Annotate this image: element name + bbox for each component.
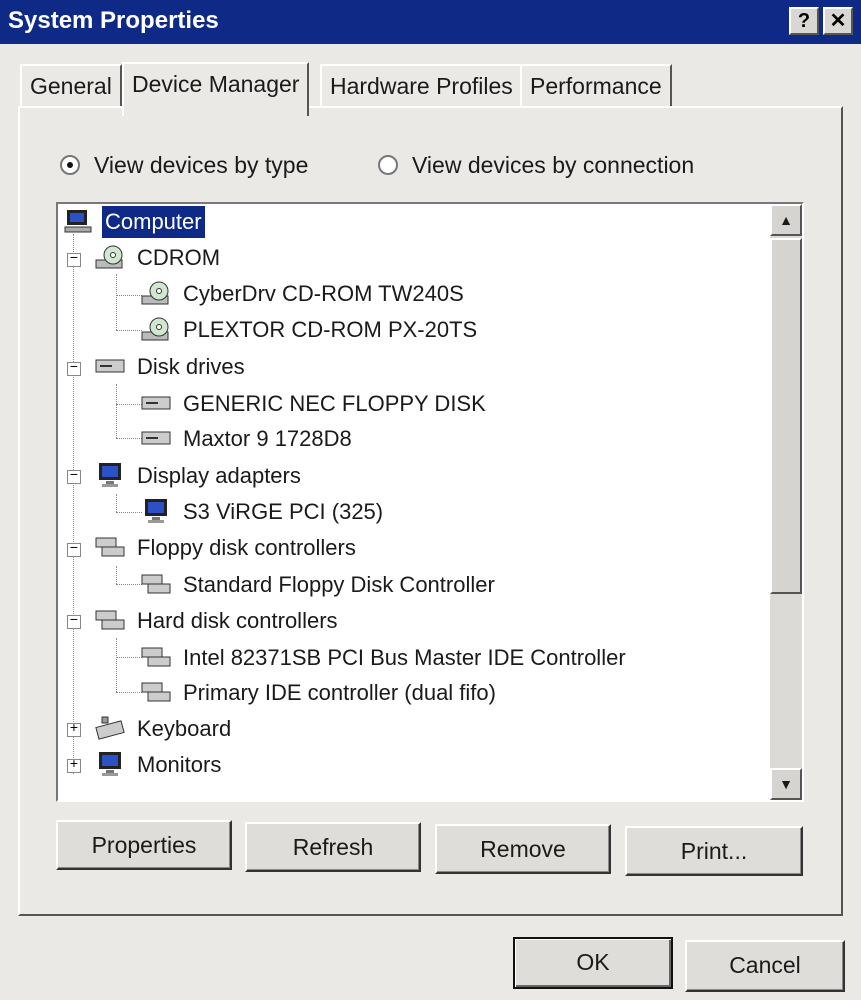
expand-keyboard[interactable]: +: [67, 722, 81, 737]
cdrom-icon: [141, 281, 169, 305]
scroll-thumb[interactable]: [770, 238, 802, 594]
arrow-down-icon: ▼: [779, 776, 793, 792]
controller-icon: [141, 574, 171, 594]
tree-item-device[interactable]: Standard Floppy Disk Controller: [140, 569, 498, 601]
tab-device-manager[interactable]: Device Manager: [122, 62, 310, 116]
tree-label: CDROM: [137, 245, 221, 270]
radio-label: View devices by type: [94, 152, 309, 178]
collapse-disk-drives[interactable]: −: [67, 361, 81, 376]
tree-item-device[interactable]: Primary IDE controller (dual fifo): [140, 677, 499, 709]
tree-label: Primary IDE controller (dual fifo): [183, 680, 496, 705]
tab-hardware-profiles[interactable]: Hardware Profiles: [320, 64, 523, 108]
title-bar: System Properties ? ✕: [0, 0, 861, 44]
tree-item-computer[interactable]: Computer: [62, 205, 206, 239]
collapse-floppy-controllers[interactable]: −: [67, 542, 81, 557]
tree-label: CyberDrv CD-ROM TW240S: [183, 281, 464, 306]
scroll-up-button[interactable]: ▲: [770, 204, 802, 236]
cdrom-icon: [95, 245, 123, 269]
close-button[interactable]: ✕: [823, 7, 853, 35]
tree-label: Floppy disk controllers: [137, 535, 356, 560]
tree-item-display-adapters[interactable]: Display adapters: [94, 460, 304, 492]
tab-performance[interactable]: Performance: [520, 64, 672, 108]
tree-label: Display adapters: [137, 463, 301, 488]
radio-unchecked-icon[interactable]: [378, 154, 398, 175]
tree-label: Keyboard: [137, 716, 232, 741]
device-tree[interactable]: − − − − − + + Computer CDROM CyberDrv CD…: [58, 204, 770, 800]
tree-item-keyboard[interactable]: Keyboard: [94, 713, 234, 745]
controller-icon: [141, 682, 171, 702]
radio-label: View devices by connection: [412, 152, 695, 178]
tree-label: Maxtor 9 1728D8: [183, 426, 352, 451]
remove-button[interactable]: Remove: [435, 824, 611, 874]
radio-view-by-type[interactable]: View devices by type: [60, 148, 308, 182]
tree-label: PLEXTOR CD-ROM PX-20TS: [183, 317, 478, 342]
radio-view-by-connection[interactable]: View devices by connection: [378, 148, 694, 182]
tab-general[interactable]: General: [20, 64, 122, 108]
arrow-up-icon: ▲: [779, 212, 793, 228]
disk-drive-icon: [141, 431, 171, 445]
tree-item-device[interactable]: Intel 82371SB PCI Bus Master IDE Control…: [140, 642, 629, 674]
radio-checked-icon[interactable]: [60, 154, 80, 175]
device-tree-view[interactable]: − − − − − + + Computer CDROM CyberDrv CD…: [56, 202, 804, 802]
tree-label: Monitors: [137, 752, 222, 777]
print-button[interactable]: Print...: [625, 826, 803, 876]
controller-icon: [95, 537, 125, 557]
refresh-button[interactable]: Refresh: [245, 822, 421, 872]
tree-label: Computer: [101, 205, 206, 239]
tree-label: Disk drives: [137, 354, 245, 379]
tree-item-device[interactable]: GENERIC NEC FLOPPY DISK: [140, 388, 489, 420]
collapse-hd-controllers[interactable]: −: [67, 614, 81, 629]
display-icon: [99, 463, 121, 488]
ok-button[interactable]: OK: [513, 937, 673, 989]
expand-monitors[interactable]: +: [67, 758, 81, 773]
tree-item-device[interactable]: Maxtor 9 1728D8: [140, 423, 355, 455]
display-icon: [145, 499, 167, 524]
scroll-down-button[interactable]: ▼: [770, 768, 802, 800]
collapse-display-adapters[interactable]: −: [67, 469, 81, 484]
tree-label: S3 ViRGE PCI (325): [183, 499, 384, 524]
tree-item-hd-controllers[interactable]: Hard disk controllers: [94, 605, 341, 637]
tree-label: Hard disk controllers: [137, 608, 338, 633]
tree-label: Intel 82371SB PCI Bus Master IDE Control…: [183, 645, 626, 670]
tree-item-device[interactable]: PLEXTOR CD-ROM PX-20TS: [140, 314, 480, 346]
tree-item-device[interactable]: S3 ViRGE PCI (325): [140, 496, 386, 528]
tree-item-disk-drives[interactable]: Disk drives: [94, 351, 248, 383]
tree-item-device[interactable]: CyberDrv CD-ROM TW240S: [140, 278, 467, 310]
keyboard-icon: [95, 716, 125, 740]
controller-icon: [95, 610, 125, 630]
tree-item-monitors[interactable]: Monitors: [94, 749, 224, 781]
tree-label: GENERIC NEC FLOPPY DISK: [183, 391, 486, 416]
monitor-icon: [99, 752, 121, 777]
tree-label: Standard Floppy Disk Controller: [183, 572, 495, 597]
controller-icon: [141, 647, 171, 667]
properties-button[interactable]: Properties: [56, 820, 232, 870]
cdrom-icon: [141, 317, 169, 341]
vertical-scrollbar[interactable]: ▲ ▼: [770, 204, 802, 800]
computer-icon: [64, 210, 92, 233]
window-title: System Properties: [8, 7, 219, 34]
tree-item-cdrom[interactable]: CDROM: [94, 242, 223, 274]
help-button[interactable]: ?: [789, 7, 819, 35]
disk-drive-icon: [95, 359, 125, 373]
tree-item-floppy-controllers[interactable]: Floppy disk controllers: [94, 532, 359, 564]
cancel-button[interactable]: Cancel: [685, 940, 845, 992]
disk-drive-icon: [141, 396, 171, 410]
collapse-cdrom[interactable]: −: [67, 252, 81, 267]
close-icon: ✕: [829, 10, 847, 32]
